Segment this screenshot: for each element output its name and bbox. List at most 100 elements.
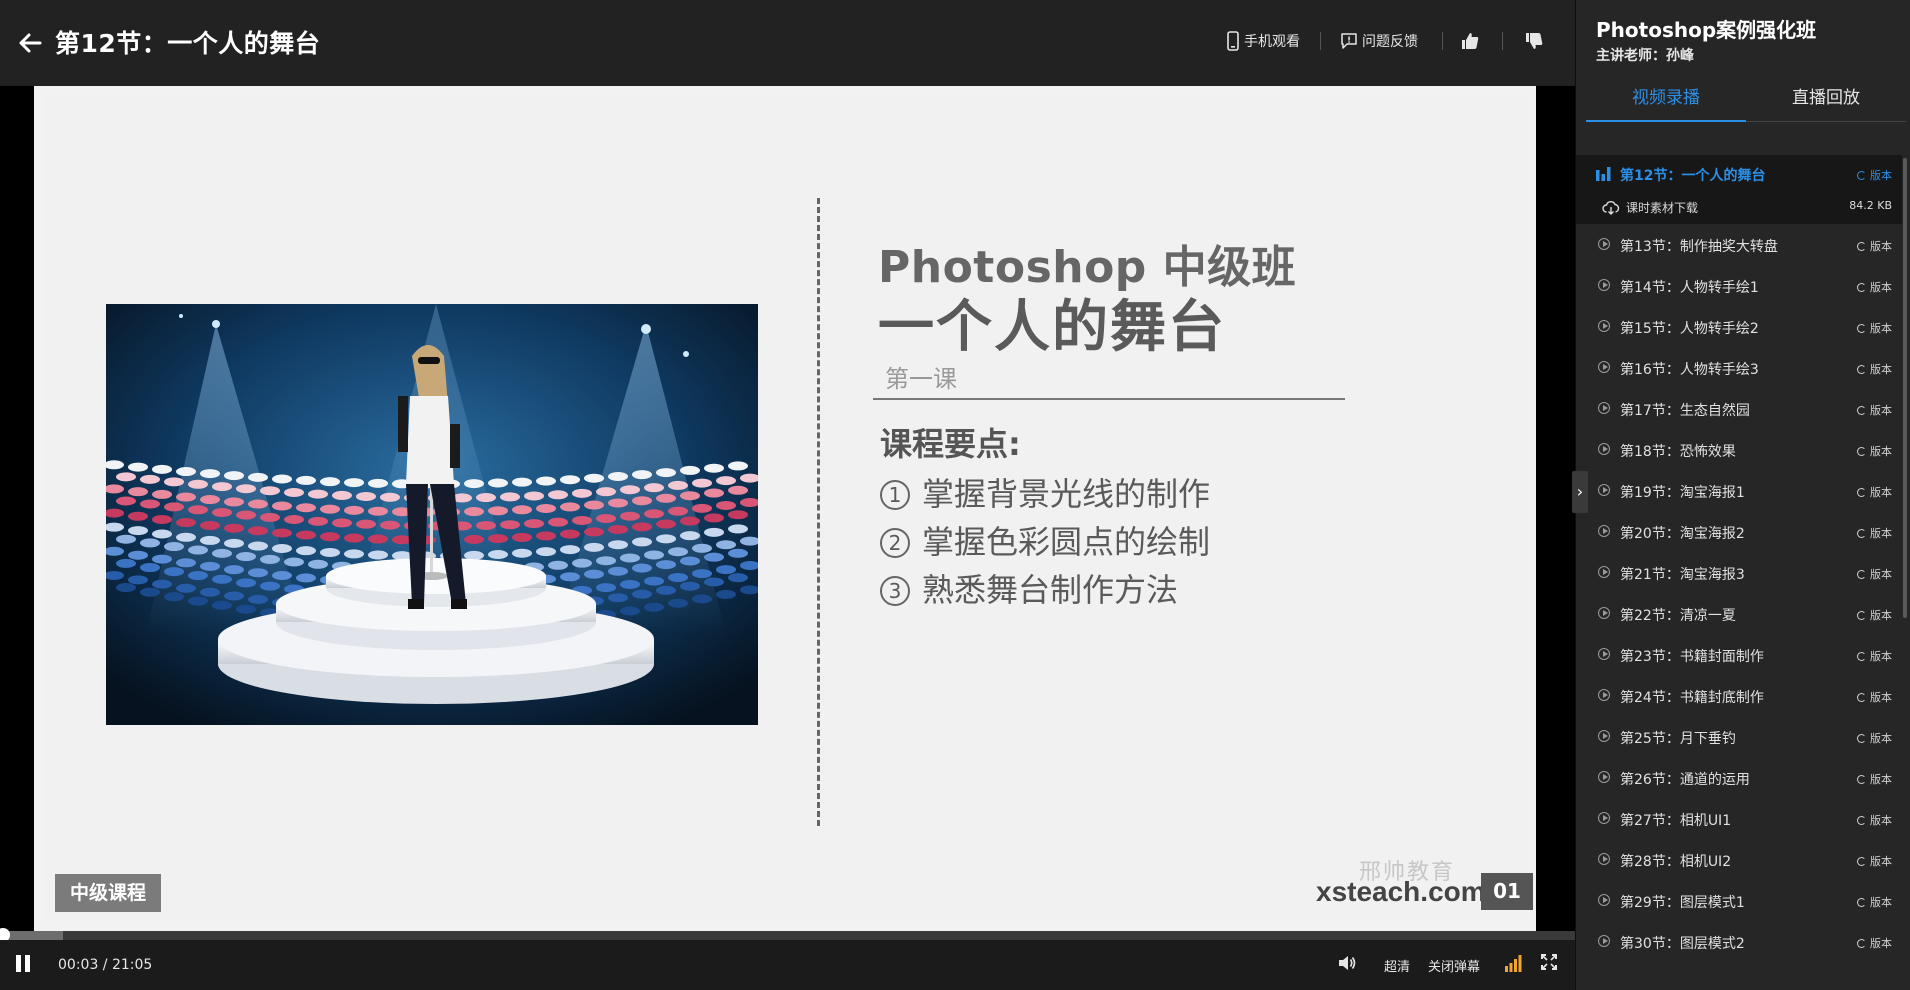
- refresh-icon: [1857, 406, 1866, 415]
- stage-dot: [704, 488, 724, 498]
- version-label: 版本: [1870, 855, 1892, 868]
- stage-dot: [728, 485, 748, 495]
- version-button[interactable]: 版本: [1857, 894, 1892, 910]
- version-button[interactable]: 版本: [1857, 484, 1892, 500]
- version-button[interactable]: 版本: [1857, 443, 1892, 459]
- version-button[interactable]: 版本: [1857, 566, 1892, 582]
- progress-bar[interactable]: [0, 928, 1575, 942]
- stage-dot: [296, 503, 316, 513]
- version-button[interactable]: 版本: [1857, 648, 1892, 664]
- version-label: 版本: [1870, 281, 1892, 294]
- version-button[interactable]: 版本: [1857, 361, 1892, 377]
- chapter-item[interactable]: 第19节：淘宝海报1 版本: [1576, 470, 1902, 511]
- version-button[interactable]: 版本: [1857, 279, 1892, 295]
- stage-dot: [632, 470, 652, 480]
- stage-dot: [680, 465, 700, 475]
- playing-bars-icon: [1596, 167, 1611, 181]
- chapter-item[interactable]: 第30节：图层模式2 版本: [1576, 921, 1902, 962]
- chapter-item[interactable]: 第22节：清凉一夏 版本: [1576, 593, 1902, 634]
- stage-dot: [584, 473, 604, 483]
- stage-dot: [272, 543, 292, 553]
- chapter-item[interactable]: 第18节：恐怖效果 版本: [1576, 429, 1902, 470]
- stage-dot: [320, 504, 340, 514]
- play-circle-icon: [1598, 320, 1610, 332]
- version-button[interactable]: 版本: [1857, 238, 1892, 254]
- quality-button[interactable]: 超清: [1384, 956, 1410, 975]
- chapter-item[interactable]: 第29节：图层模式1 版本: [1576, 880, 1902, 921]
- stage-dot: [344, 505, 364, 515]
- stage-dot: [308, 489, 328, 499]
- pause-button[interactable]: [14, 954, 34, 974]
- brand-logo: xsteach.com: [1316, 876, 1486, 907]
- volume-button[interactable]: [1337, 953, 1357, 977]
- slide-points-title: 课程要点:: [880, 425, 1021, 463]
- app-root: 第12节：一个人的舞台 手机观看 问题反馈 Photoshop 中级班 一个人的…: [0, 0, 1910, 990]
- version-button[interactable]: 版本: [1857, 771, 1892, 787]
- chapter-item[interactable]: 第28节：相机UI2 版本: [1576, 839, 1902, 880]
- chapter-title: 第15节：人物转手绘2: [1620, 321, 1759, 337]
- version-label: 版本: [1870, 322, 1892, 335]
- chapter-item[interactable]: 第16节：人物转手绘3 版本: [1576, 347, 1902, 388]
- thumbs-down-icon: [1526, 33, 1543, 49]
- like-button[interactable]: [1460, 28, 1484, 54]
- slide-underline: [873, 398, 1345, 400]
- version-button[interactable]: 版本: [1857, 812, 1892, 828]
- tab-video-recording[interactable]: 视频录播: [1586, 82, 1746, 122]
- chapter-item[interactable]: 第13节：制作抽奖大转盘 版本: [1576, 224, 1902, 265]
- version-button[interactable]: 版本: [1857, 607, 1892, 623]
- stage-dot: [704, 577, 724, 587]
- refresh-icon: [1857, 365, 1866, 374]
- danmaku-toggle[interactable]: 关闭弹幕: [1428, 956, 1480, 975]
- version-button[interactable]: 版本: [1857, 730, 1892, 746]
- chapter-item[interactable]: 第20节：淘宝海报2 版本: [1576, 511, 1902, 552]
- material-download-link[interactable]: 课时素材下载: [1602, 199, 1698, 216]
- stage-dot: [716, 540, 736, 550]
- stage-dot: [488, 534, 508, 544]
- stage-dot: [512, 548, 532, 558]
- stage-dot: [512, 532, 532, 542]
- stage-dot: [248, 499, 268, 509]
- version-button[interactable]: 版本: [1857, 320, 1892, 336]
- stage-dot: [296, 530, 316, 540]
- chapter-item[interactable]: 第24节：书籍封底制作 版本: [1576, 675, 1902, 716]
- chapter-item-active[interactable]: 第12节：一个人的舞台 版本 课时素材下载 84.2 KB: [1576, 155, 1902, 224]
- chapter-title: 第14节：人物转手绘1: [1620, 280, 1759, 296]
- chapter-item[interactable]: 第21节：淘宝海报3 版本: [1576, 552, 1902, 593]
- top-divider: [1442, 32, 1443, 50]
- signal-button[interactable]: [1504, 953, 1524, 977]
- version-button[interactable]: 版本: [1857, 402, 1892, 418]
- refresh-icon: [1857, 652, 1866, 661]
- chapter-item[interactable]: 第14节：人物转手绘1 版本: [1576, 265, 1902, 306]
- version-button[interactable]: 版本: [1857, 525, 1892, 541]
- fullscreen-button[interactable]: [1540, 953, 1558, 975]
- stage-dot: [380, 492, 400, 502]
- chapter-item[interactable]: 第17节：生态自然园 版本: [1576, 388, 1902, 429]
- feedback-button[interactable]: 问题反馈: [1340, 28, 1418, 54]
- stage-dot: [704, 527, 724, 537]
- slide-point-number: 3: [880, 576, 910, 606]
- version-button[interactable]: 版本: [1857, 689, 1892, 705]
- chapter-item[interactable]: 第23节：书籍封面制作 版本: [1576, 634, 1902, 675]
- stage-dot: [284, 514, 304, 524]
- refresh-icon: [1857, 939, 1866, 948]
- back-button[interactable]: [14, 26, 48, 60]
- chapter-item[interactable]: 第27节：相机UI1 版本: [1576, 798, 1902, 839]
- video-frame[interactable]: Photoshop 中级班 一个人的舞台 第一课 课程要点: 1 掌握背景光线的制…: [34, 86, 1536, 931]
- player-top-bar: 第12节：一个人的舞台 手机观看 问题反馈: [0, 0, 1575, 86]
- chapter-item[interactable]: 第26节：通道的运用 版本: [1576, 757, 1902, 798]
- chapter-item[interactable]: 第15节：人物转手绘2 版本: [1576, 306, 1902, 347]
- version-button[interactable]: 版本: [1857, 167, 1892, 183]
- dislike-button[interactable]: [1524, 28, 1548, 54]
- sidebar-scrollbar[interactable]: [1903, 158, 1907, 618]
- mobile-watch-button[interactable]: 手机观看: [1226, 28, 1300, 54]
- version-button[interactable]: 版本: [1857, 853, 1892, 869]
- version-button[interactable]: 版本: [1857, 935, 1892, 951]
- stage-dot: [320, 532, 340, 542]
- time-separator: /: [98, 957, 112, 973]
- slide-point-text: 掌握色彩圆点的绘制: [922, 523, 1211, 561]
- phone-icon: [1227, 31, 1239, 51]
- stage-dot: [176, 467, 196, 477]
- chapter-list: 第12节：一个人的舞台 版本 课时素材下载 84.2 KB 第13节：制作抽奖大…: [1576, 155, 1902, 962]
- chapter-item[interactable]: 第25节：月下垂钓 版本: [1576, 716, 1902, 757]
- tab-live-replay[interactable]: 直播回放: [1746, 82, 1906, 122]
